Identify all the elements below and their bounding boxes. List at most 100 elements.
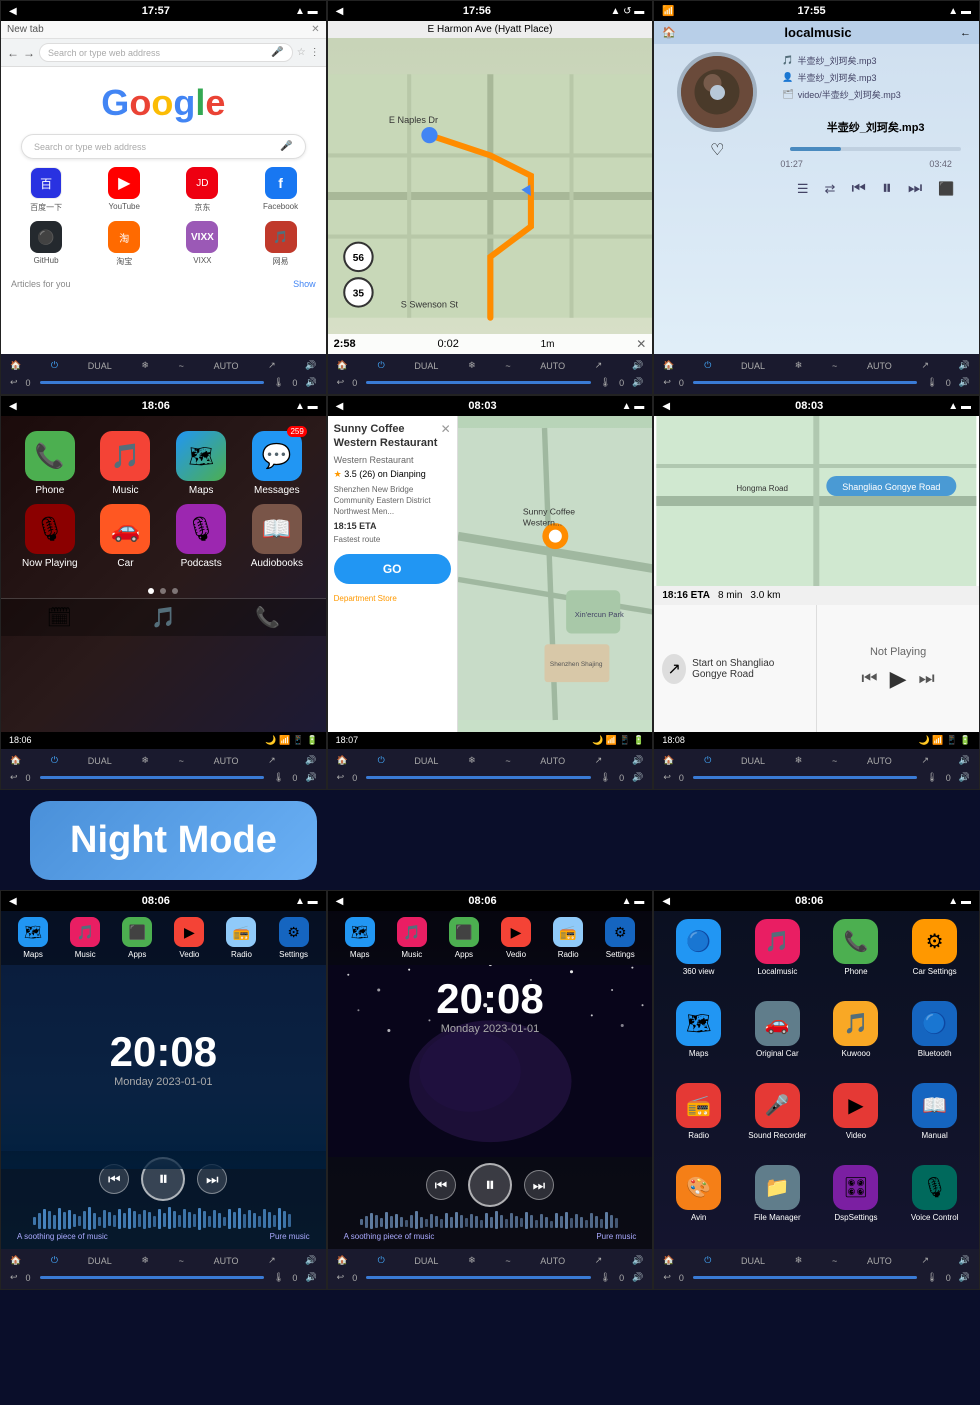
fan-btn[interactable]: ~ — [176, 359, 187, 373]
dock-phone[interactable]: 📞 — [255, 605, 280, 630]
ng-avin[interactable]: 🎨 Avin — [662, 1165, 735, 1241]
dock-music[interactable]: 🎵 — [151, 605, 176, 630]
temp-btn-2[interactable]: ↗ — [592, 358, 606, 373]
slider-6[interactable] — [693, 776, 917, 779]
n2-settings[interactable]: ⚙ Settings — [605, 917, 635, 959]
search-mic[interactable]: 🎤 — [280, 141, 292, 152]
mic-icon[interactable]: 🎤 — [271, 47, 283, 58]
shortcut-youtube[interactable]: ▶ YouTube — [89, 167, 159, 213]
back-ctrl-2[interactable]: ↩ — [334, 375, 348, 390]
heart-btn[interactable]: ♡ — [710, 140, 724, 160]
n2-music[interactable]: 🎵 Music — [397, 917, 427, 959]
music-home[interactable]: 🏠 — [662, 26, 676, 39]
fan-btn-2[interactable]: ~ — [502, 359, 513, 373]
nav-next-btn[interactable]: ⏭ — [919, 668, 935, 689]
cp3-back[interactable]: ◀ — [662, 401, 670, 412]
slider-4[interactable] — [40, 776, 264, 779]
nav-back[interactable]: ← — [7, 46, 19, 60]
pause-icon[interactable]: ⏸ — [882, 177, 892, 200]
shortcut-jd[interactable]: JD 京东 — [167, 167, 237, 213]
ng-filemanager[interactable]: 📁 File Manager — [741, 1165, 814, 1241]
n1-music[interactable]: 🎵 Music — [70, 917, 100, 959]
cp-podcasts[interactable]: 🎙 Podcasts — [167, 504, 235, 569]
shortcut-github[interactable]: ⚫ GitHub — [11, 221, 81, 267]
slider-8[interactable] — [366, 1276, 590, 1279]
ng-dspsettings[interactable]: 🎛 DspSettings — [820, 1165, 893, 1241]
ng-phone[interactable]: 📞 Phone — [820, 919, 893, 995]
ac-btn[interactable]: ❄ — [138, 358, 152, 373]
track-item-1[interactable]: 🎵 半壶纱_刘珂矣.mp3 — [780, 52, 971, 69]
ng-maps[interactable]: 🗺 Maps — [662, 1001, 735, 1077]
n1-radio[interactable]: 📻 Radio — [226, 917, 256, 959]
menu-icon[interactable]: ⋮ — [310, 47, 320, 58]
home-btn-2[interactable]: 🏠 — [334, 358, 351, 373]
nav-play-btn[interactable]: ▶ — [890, 666, 907, 692]
power-btn-2[interactable]: ⏻ — [375, 358, 388, 373]
back-icon[interactable]: ◀ — [9, 6, 17, 17]
go-button[interactable]: GO — [334, 554, 451, 584]
next-icon[interactable]: ⏭ — [908, 180, 922, 198]
nav-back-btn[interactable]: ◀ — [336, 6, 344, 17]
ng-soundrecorder[interactable]: 🎤 Sound Recorder — [741, 1083, 814, 1159]
playlist-icon[interactable]: ☰ — [797, 181, 809, 197]
shuffle-icon[interactable]: ⇄ — [825, 181, 836, 197]
progress-bar[interactable] — [790, 147, 962, 151]
prev-icon[interactable]: ⏮ — [851, 180, 865, 198]
google-search-box[interactable]: Search or type web address 🎤 — [21, 134, 306, 159]
n1-maps[interactable]: 🗺 Maps — [18, 917, 48, 959]
n2-apps[interactable]: ⬛ Apps — [449, 917, 479, 959]
cp-music[interactable]: 🎵 Music — [92, 431, 160, 496]
nav-prev-btn[interactable]: ⏮ — [861, 668, 877, 689]
ng-originalcar[interactable]: 🚗 Original Car — [741, 1001, 814, 1077]
shortcut-facebook[interactable]: f Facebook — [245, 167, 315, 213]
show-label[interactable]: Show — [293, 279, 316, 289]
n1-back[interactable]: ◀ — [9, 896, 17, 907]
ac-btn-2[interactable]: ❄ — [465, 358, 479, 373]
n1-vedio[interactable]: ▶ Vedio — [174, 917, 204, 959]
dock-calendar[interactable]: 🗓 — [47, 605, 72, 630]
ng-voicecontrol[interactable]: 🎙 Voice Control — [898, 1165, 971, 1241]
n2-vedio[interactable]: ▶ Vedio — [501, 917, 531, 959]
n2-radio[interactable]: 📻 Radio — [553, 917, 583, 959]
ng-kuwooo[interactable]: 🎵 Kuwooo — [820, 1001, 893, 1077]
ng-bluetooth[interactable]: 🔵 Bluetooth — [898, 1001, 971, 1077]
ng-localmusic[interactable]: 🎵 Localmusic — [741, 919, 814, 995]
dual-btn-2[interactable]: DUAL — [411, 359, 441, 373]
cp2-back[interactable]: ◀ — [336, 401, 344, 412]
close-search[interactable]: ✕ — [441, 422, 451, 436]
cp-messages[interactable]: 💬 259 Messages — [243, 431, 311, 496]
slider-5[interactable] — [366, 776, 590, 779]
cp-nowplaying[interactable]: 🎙 Now Playing — [16, 504, 84, 569]
eq-icon[interactable]: ⬛ — [938, 181, 954, 197]
power-btn-3[interactable]: ⏻ — [701, 358, 714, 373]
back-ctrl[interactable]: ↩ — [7, 375, 21, 390]
ng-manual[interactable]: 📖 Manual — [898, 1083, 971, 1159]
vol-ctrl[interactable]: 🔊 — [302, 375, 319, 390]
ng-360view[interactable]: 🔵 360 view — [662, 919, 735, 995]
track-item-2[interactable]: 👤 半壶纱_刘珂矣.mp3 — [780, 69, 971, 86]
power-btn[interactable]: ⏻ — [48, 358, 61, 373]
slider-9[interactable] — [693, 1276, 917, 1279]
dual-btn[interactable]: DUAL — [85, 359, 115, 373]
music-back[interactable]: ← — [960, 27, 971, 39]
slider-1[interactable] — [40, 381, 264, 384]
home-btn-3[interactable]: 🏠 — [660, 358, 677, 373]
tab-close[interactable]: ✕ — [311, 24, 319, 35]
cp-phone[interactable]: 📞 Phone — [16, 431, 84, 496]
shortcut-baidu[interactable]: 百 百度一下 — [11, 167, 81, 213]
vol-btn[interactable]: 🔊 — [302, 358, 319, 373]
shortcut-netease[interactable]: 🎵 网易 — [245, 221, 315, 267]
nav-close[interactable]: ✕ — [636, 337, 646, 351]
track-item-3[interactable]: 🗂 video/半壶纱_刘珂矣.mp3 — [780, 86, 971, 103]
ng-carsettings[interactable]: ⚙ Car Settings — [898, 919, 971, 995]
shortcut-taobao[interactable]: 淘 淘宝 — [89, 221, 159, 267]
cp-car[interactable]: 🚗 Car — [92, 504, 160, 569]
n2-back[interactable]: ◀ — [336, 896, 344, 907]
ng-radio[interactable]: 📻 Radio — [662, 1083, 735, 1159]
cp-back[interactable]: ◀ — [9, 401, 17, 412]
slider-2[interactable] — [366, 381, 590, 384]
slider-3[interactable] — [693, 381, 917, 384]
vol-btn-2[interactable]: 🔊 — [629, 358, 646, 373]
n1-apps[interactable]: ⬛ Apps — [122, 917, 152, 959]
auto-btn[interactable]: AUTO — [211, 359, 242, 373]
